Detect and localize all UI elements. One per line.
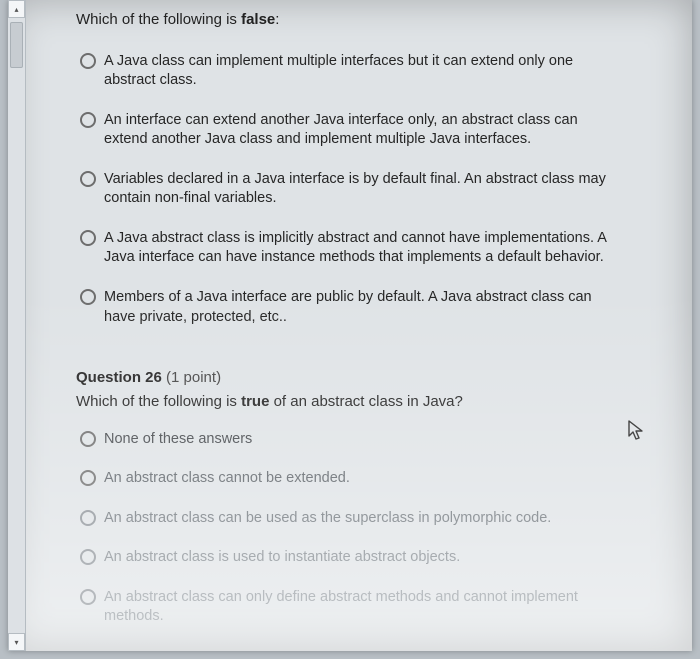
q1-option-b[interactable]: An interface can extend another Java int…: [80, 111, 652, 150]
q1-option-a-text: A Java class can implement multiple inte…: [104, 52, 624, 91]
quiz-page: Which of the following is false: A Java …: [26, 0, 692, 651]
q1-option-b-text: An interface can extend another Java int…: [104, 111, 624, 150]
q1-option-e-text: Members of a Java interface are public b…: [104, 288, 624, 327]
radio-icon: [80, 589, 96, 605]
radio-icon: [80, 230, 96, 246]
radio-icon: [80, 171, 96, 187]
scroll-down-button[interactable]: ▾: [8, 633, 25, 651]
q1-option-c[interactable]: Variables declared in a Java interface i…: [80, 170, 652, 209]
q2-option-d[interactable]: An abstract class is used to instantiate…: [80, 548, 652, 568]
q1-option-e[interactable]: Members of a Java interface are public b…: [80, 288, 652, 327]
q1-option-a[interactable]: A Java class can implement multiple inte…: [80, 52, 652, 91]
q2-option-e[interactable]: An abstract class can only define abstra…: [80, 588, 652, 627]
radio-icon: [80, 510, 96, 526]
q2-prompt-suffix: of an abstract class in Java?: [269, 393, 462, 410]
scroll-thumb[interactable]: [10, 22, 23, 68]
scroll-track[interactable]: [8, 18, 25, 633]
q2-prompt-bold: true: [241, 393, 269, 410]
radio-icon: [80, 112, 96, 128]
q2-option-c-text: An abstract class can be used as the sup…: [104, 509, 551, 529]
q2-option-a-text: None of these answers: [104, 430, 252, 450]
question-divider: [76, 347, 652, 355]
q1-prompt-bold: false: [241, 11, 275, 28]
q2-header: Question 26 (1 point): [76, 369, 652, 386]
q2-prompt: Which of the following is true of an abs…: [76, 392, 652, 412]
q1-prompt: Which of the following is false:: [76, 10, 652, 30]
radio-icon: [80, 53, 96, 69]
q2-option-b-text: An abstract class cannot be extended.: [104, 469, 350, 489]
radio-icon: [80, 470, 96, 486]
q1-options: A Java class can implement multiple inte…: [80, 52, 652, 328]
radio-icon: [80, 289, 96, 305]
q2-points: (1 point): [166, 369, 221, 386]
q2-option-e-text: An abstract class can only define abstra…: [104, 588, 624, 627]
q2-options: None of these answers An abstract class …: [80, 430, 652, 627]
q1-prompt-suffix: :: [275, 11, 279, 28]
radio-icon: [80, 431, 96, 447]
q2-option-a[interactable]: None of these answers: [80, 430, 652, 450]
scroll-up-button[interactable]: ▴: [8, 0, 25, 18]
radio-icon: [80, 549, 96, 565]
q2-option-d-text: An abstract class is used to instantiate…: [104, 548, 460, 568]
q2-prompt-prefix: Which of the following is: [76, 393, 241, 410]
q1-option-d[interactable]: A Java abstract class is implicitly abst…: [80, 229, 652, 268]
q2-option-c[interactable]: An abstract class can be used as the sup…: [80, 509, 652, 529]
q1-option-d-text: A Java abstract class is implicitly abst…: [104, 229, 624, 268]
quiz-viewport: ▴ ▾ Which of the following is false: A J…: [8, 0, 692, 651]
q2-option-b[interactable]: An abstract class cannot be extended.: [80, 469, 652, 489]
q1-option-c-text: Variables declared in a Java interface i…: [104, 170, 624, 209]
q2-header-label: Question 26: [76, 369, 162, 386]
vertical-scrollbar[interactable]: ▴ ▾: [8, 0, 26, 651]
q1-prompt-prefix: Which of the following is: [76, 11, 241, 28]
